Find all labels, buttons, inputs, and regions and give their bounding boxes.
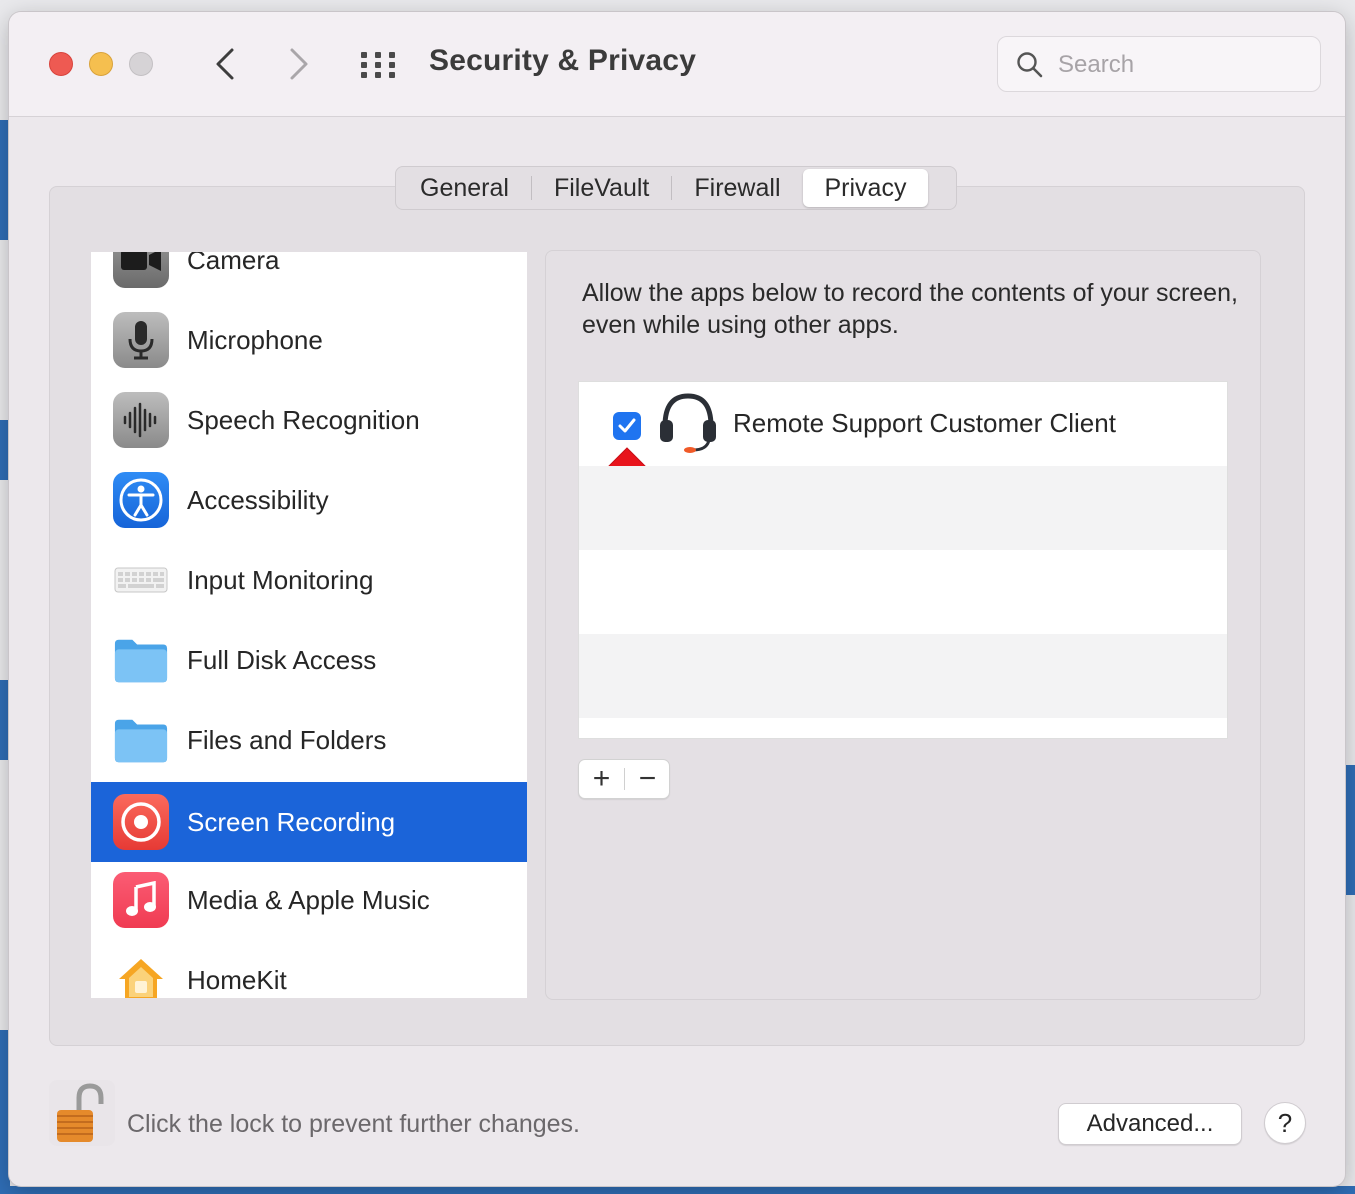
sidebar-item-camera[interactable]: Camera [91, 252, 527, 300]
sidebar-item-media-apple-music[interactable]: Media & Apple Music [91, 860, 527, 940]
help-button[interactable]: ? [1264, 1102, 1306, 1144]
show-all-button[interactable] [359, 50, 401, 80]
keyboard-icon [113, 552, 169, 608]
close-window-button[interactable] [49, 52, 73, 76]
list-item-empty [579, 634, 1227, 718]
desktop-background-strip [1345, 765, 1355, 895]
minimize-window-button[interactable] [89, 52, 113, 76]
waveform-icon [113, 392, 169, 448]
sidebar-item-label: Full Disk Access [187, 644, 377, 675]
list-item-empty [579, 550, 1227, 634]
sidebar-item-full-disk-access[interactable]: Full Disk Access [91, 620, 527, 700]
camera-icon [113, 252, 169, 288]
home-icon [113, 952, 169, 998]
zoom-window-button[interactable] [129, 52, 153, 76]
tab-general[interactable]: General [398, 169, 531, 207]
sidebar-item-homekit[interactable]: HomeKit [91, 940, 527, 998]
microphone-icon [113, 312, 169, 368]
checkmark-icon [618, 418, 636, 433]
sidebar-item-label: Screen Recording [187, 806, 396, 837]
screen-record-icon [113, 794, 169, 850]
sidebar-item-accessibility[interactable]: Accessibility [91, 460, 527, 540]
app-name: Remote Support Customer Client [733, 408, 1116, 438]
unlocked-padlock-icon [57, 1083, 104, 1142]
sidebar-item-files-and-folders[interactable]: Files and Folders [91, 700, 527, 780]
tab-bar: General FileVault Firewall Privacy [395, 166, 957, 210]
app-list[interactable]: Remote Support Customer Client [578, 381, 1228, 739]
accessibility-icon [113, 472, 169, 528]
headset-icon [660, 393, 716, 453]
titlebar: Security & Privacy [9, 12, 1345, 117]
remove-app-button[interactable]: − [625, 760, 670, 798]
lock-status-text: Click the lock to prevent further change… [127, 1110, 581, 1138]
add-remove-control: + − [578, 759, 670, 799]
sidebar-item-microphone[interactable]: Microphone [91, 300, 527, 380]
sidebar-item-speech-recognition[interactable]: Speech Recognition [91, 380, 527, 460]
screen-recording-pane: Allow the apps below to record the conte… [545, 250, 1261, 1000]
pane-description: Allow the apps below to record the conte… [582, 279, 1238, 339]
sidebar-item-label: Microphone [187, 324, 323, 355]
folder-icon [113, 712, 169, 768]
sidebar-item-label: Input Monitoring [187, 564, 374, 595]
tab-privacy[interactable]: Privacy [802, 169, 929, 207]
tab-firewall[interactable]: Firewall [672, 169, 802, 207]
search-input[interactable] [1058, 47, 1308, 83]
sidebar-item-screen-recording[interactable]: Screen Recording [91, 782, 527, 862]
music-note-icon [113, 872, 169, 928]
sidebar-item-label: Speech Recognition [187, 404, 420, 435]
search-icon [1017, 52, 1043, 78]
add-app-button[interactable]: + [579, 760, 624, 798]
sidebar-item-label: HomeKit [187, 964, 287, 995]
window-title: Security & Privacy [429, 44, 697, 77]
lock-button[interactable] [49, 1080, 115, 1146]
search-field[interactable] [997, 36, 1321, 92]
sidebar-item-input-monitoring[interactable]: Input Monitoring [91, 540, 527, 620]
sidebar-item-label: Files and Folders [187, 724, 387, 755]
folder-icon [113, 632, 169, 688]
tab-filevault[interactable]: FileVault [532, 169, 671, 207]
chevron-right-icon [290, 48, 308, 80]
sidebar-item-label: Accessibility [187, 484, 329, 515]
privacy-category-list[interactable]: Camera Microphone Speech Recognition Acc… [91, 252, 527, 998]
list-item[interactable]: Remote Support Customer Client [579, 382, 1227, 491]
sidebar-item-label: Camera [187, 252, 280, 275]
sidebar-item-label: Media & Apple Music [187, 884, 430, 915]
list-item-empty [579, 466, 1227, 550]
advanced-button[interactable]: Advanced... [1058, 1103, 1242, 1145]
chevron-left-icon [216, 48, 234, 80]
forward-button[interactable] [279, 42, 319, 86]
preferences-window: Security & Privacy General FileVault Fir… [9, 12, 1345, 1186]
desktop-background-strip [0, 1186, 1355, 1194]
app-permission-checkbox[interactable] [613, 412, 641, 440]
back-button[interactable] [205, 42, 245, 86]
